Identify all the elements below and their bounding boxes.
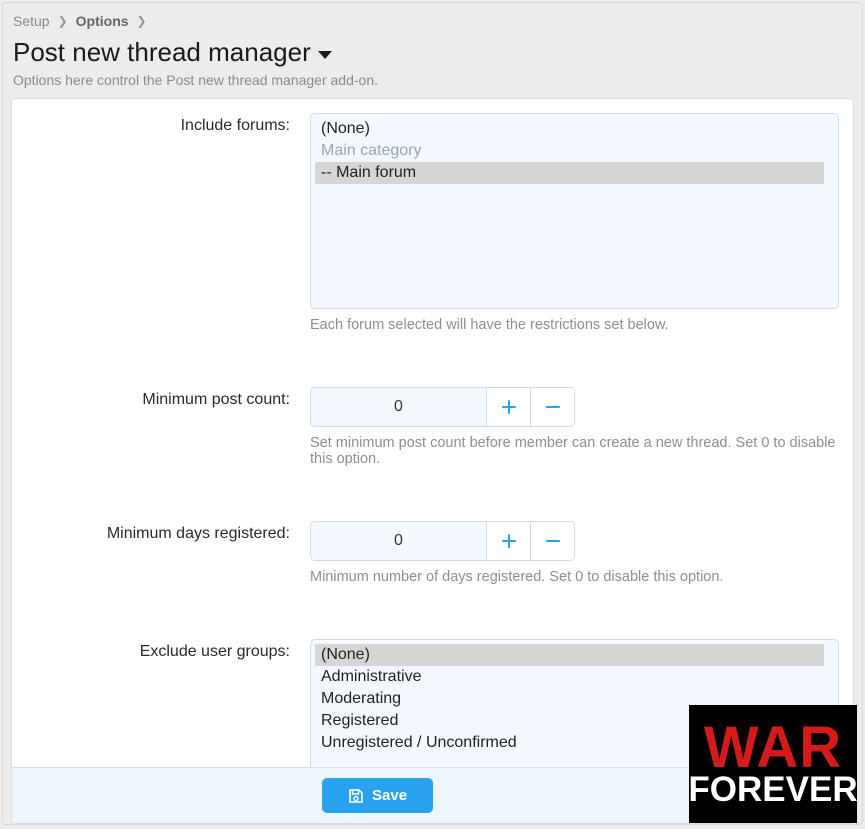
increment-button[interactable]	[487, 521, 531, 561]
logo-line1: WAR	[704, 722, 842, 774]
list-item[interactable]: Administrative	[315, 666, 834, 688]
plus-icon	[501, 533, 517, 549]
save-icon	[348, 788, 364, 804]
save-button-label: Save	[372, 787, 407, 804]
min-posts-stepper	[310, 387, 839, 427]
list-item[interactable]: (None)	[315, 644, 834, 666]
minus-icon	[545, 399, 561, 415]
chevron-right-icon: ❯	[58, 14, 68, 28]
minus-icon	[545, 533, 561, 549]
save-button[interactable]: Save	[322, 778, 433, 813]
breadcrumb-root[interactable]: Setup	[13, 13, 50, 29]
min-days-stepper	[310, 521, 839, 561]
page-title-text: Post new thread manager	[13, 37, 311, 68]
decrement-button[interactable]	[531, 521, 575, 561]
page-subtitle: Options here control the Post new thread…	[3, 70, 862, 98]
list-item[interactable]: Main category	[315, 140, 834, 162]
help-min-days: Minimum number of days registered. Set 0…	[310, 569, 839, 585]
label-exclude-groups: Exclude user groups:	[12, 625, 300, 671]
label-min-days: Minimum days registered:	[12, 507, 300, 553]
caret-down-icon	[317, 37, 333, 68]
min-days-input[interactable]	[310, 521, 487, 561]
page-title[interactable]: Post new thread manager	[13, 37, 852, 68]
logo-watermark: WAR FOREVER	[689, 705, 857, 823]
chevron-right-icon: ❯	[137, 14, 147, 28]
min-posts-input[interactable]	[310, 387, 487, 427]
plus-icon	[501, 399, 517, 415]
increment-button[interactable]	[487, 387, 531, 427]
help-min-posts: Set minimum post count before member can…	[310, 435, 839, 467]
include-forums-select[interactable]: (None) Main category -- Main forum	[310, 113, 839, 309]
breadcrumb-current[interactable]: Options	[76, 13, 129, 29]
label-include-forums: Include forums:	[12, 99, 300, 145]
scrollbar-track[interactable]	[824, 116, 836, 306]
list-item[interactable]: (None)	[315, 118, 834, 140]
help-include-forums: Each forum selected will have the restri…	[310, 317, 839, 333]
decrement-button[interactable]	[531, 387, 575, 427]
breadcrumb: Setup ❯ Options ❯	[3, 3, 862, 33]
label-min-posts: Minimum post count:	[12, 373, 300, 419]
logo-line2: FOREVER	[689, 774, 857, 806]
list-item[interactable]: -- Main forum	[315, 162, 834, 184]
